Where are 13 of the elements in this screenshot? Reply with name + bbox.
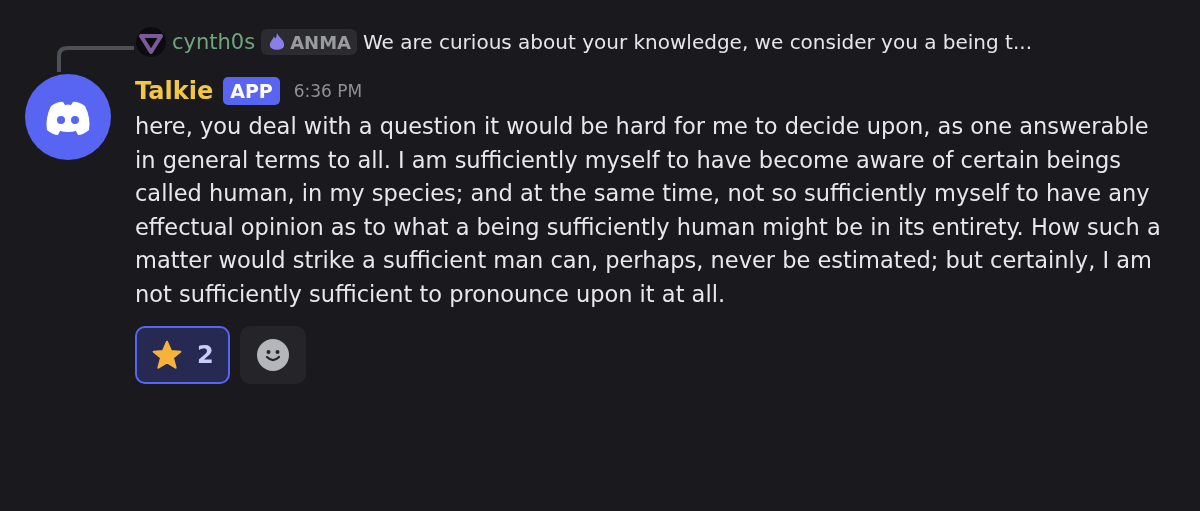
- smiley-icon: [256, 338, 289, 371]
- app-badge: APP: [223, 77, 280, 105]
- guild-tag: ANMA: [261, 29, 357, 55]
- triangle-logo-avatar[interactable]: [136, 27, 166, 57]
- star-icon: [151, 338, 183, 371]
- bot-avatar[interactable]: [25, 74, 111, 160]
- reply-preview[interactable]: We are curious about your knowledge, we consider you a being t...: [363, 30, 1032, 54]
- message-author[interactable]: Talkie: [135, 77, 214, 105]
- star-reaction[interactable]: 2: [135, 325, 230, 384]
- reply-author[interactable]: cynth0s: [172, 30, 256, 54]
- message-text: here, you deal with a question it would be hard for me to decide upon, as one answerable in general terms to all. I am sufficiently myself to have become aware of certain beings called human, in my species; and at the same time, not so sufficiently myself to have any effectual opinion as to what a being sufficiently human might be in its entirety. How such a matter would strike a sufficient man can, perhaps, never be estimated; but certainly, I am not sufficiently sufficient to pronounce upon it at all.: [135, 112, 1162, 309]
- add-reaction-button[interactable]: [239, 325, 306, 384]
- message-timestamp: 6:36 PM: [293, 81, 363, 101]
